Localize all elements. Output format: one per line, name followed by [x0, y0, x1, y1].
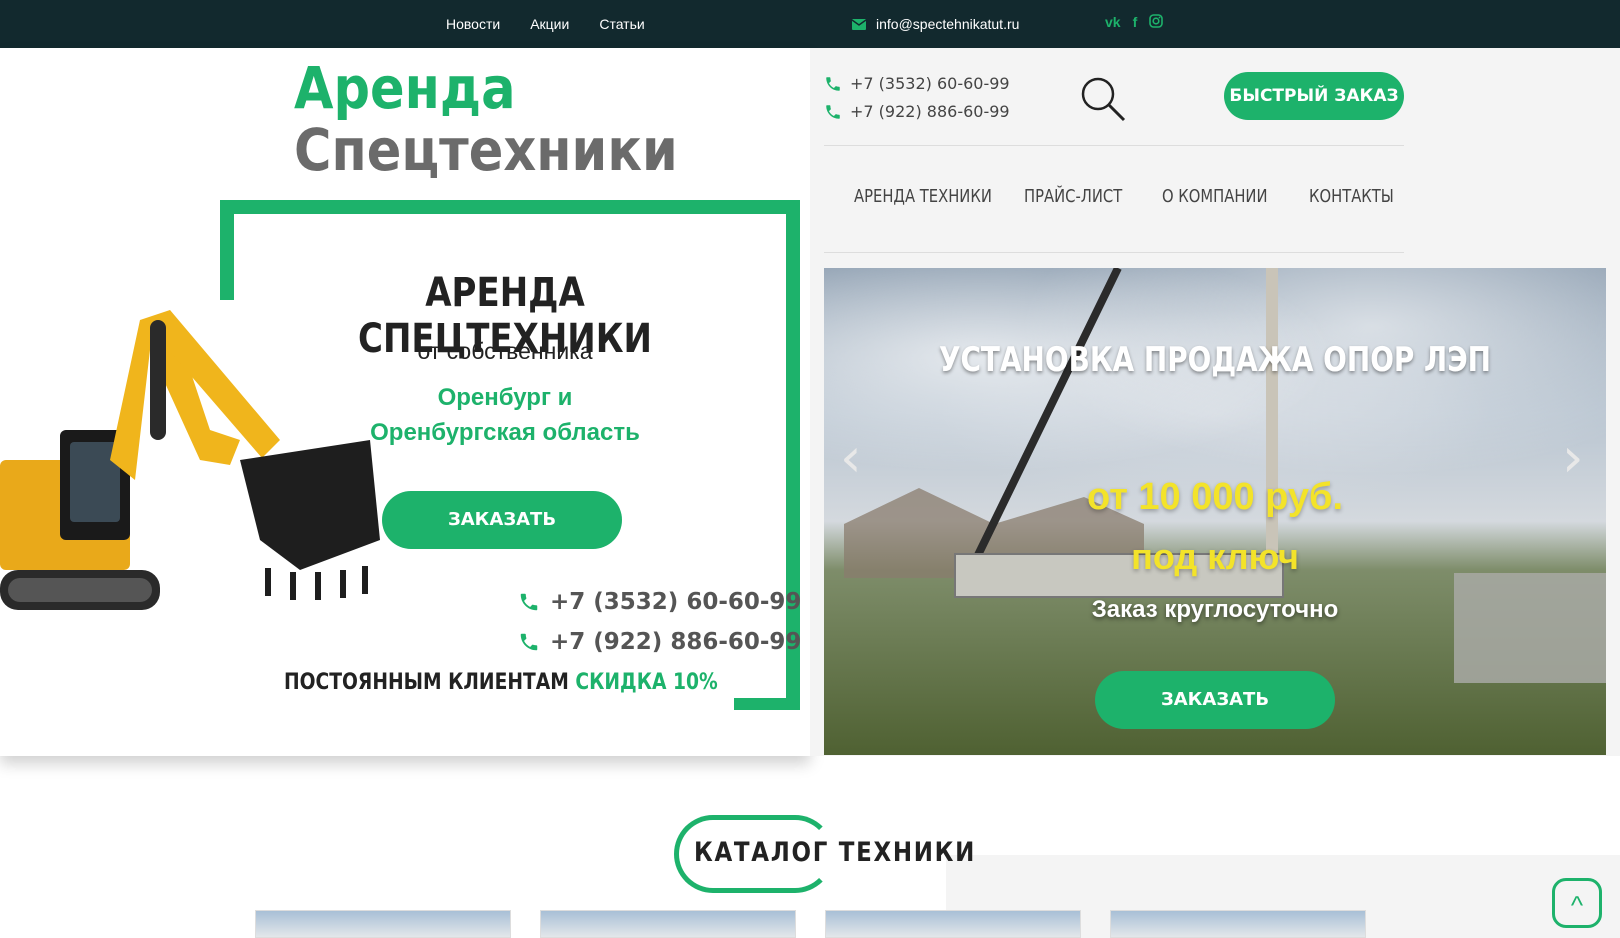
logo-line2[interactable]: Спецтехники [294, 116, 678, 184]
email-text: info@spectehnikatut.ru [876, 16, 1020, 32]
logo-line1[interactable]: Аренда [294, 54, 516, 122]
top-nav-promos[interactable]: Акции [530, 16, 569, 32]
hero-phone-1[interactable]: +7 (3532) 60-60-99 [518, 582, 801, 622]
hero-subtitle: от собственника [417, 338, 593, 364]
main-nav: АРЕНДА ТЕХНИКИ ПРАЙС-ЛИСТ О КОМПАНИИ КОН… [854, 186, 1412, 207]
catalog-card[interactable] [825, 910, 1081, 938]
promo-prefix: ПОСТОЯННЫМ КЛИЕНТАМ [284, 670, 569, 695]
social-links: vk f [1105, 14, 1164, 30]
top-nav-news[interactable]: Новости [446, 16, 500, 32]
promo-discount: СКИДКА 10% [575, 670, 718, 695]
vk-icon[interactable]: vk [1105, 14, 1121, 30]
facebook-icon[interactable]: f [1133, 14, 1138, 30]
catalog-heading: КАТАЛОГ ТЕХНИКИ [674, 815, 974, 893]
header-divider-top [824, 145, 1404, 146]
header-phone-2-text: +7 (922) 886-60-99 [850, 102, 1010, 121]
hero-phone-2-text: +7 (922) 886-60-99 [550, 629, 802, 655]
catalog-card[interactable] [1110, 910, 1366, 938]
hero-order-button[interactable]: ЗАКАЗАТЬ [382, 491, 622, 549]
promo-line: ПОСТОЯННЫМ КЛИЕНТАМ СКИДКА 10% [284, 670, 718, 695]
frame-bottom [734, 698, 800, 710]
catalog-title: КАТАЛОГ ТЕХНИКИ [694, 837, 977, 868]
region-line2: Оренбургская область [370, 419, 640, 446]
scroll-to-top-button[interactable]: ^ [1552, 878, 1602, 928]
phone-icon [826, 77, 840, 91]
slider-next-icon[interactable]: › [1562, 426, 1584, 489]
slide-background-fence [1454, 573, 1606, 683]
catalog-card[interactable] [540, 910, 796, 938]
header-phone-1[interactable]: +7 (3532) 60-60-99 [824, 70, 1010, 98]
frame-top [220, 200, 800, 214]
hero-slider: УСТАНОВКА ПРОДАЖА ОПОР ЛЭП от 10 000 руб… [824, 268, 1606, 755]
header-phone-2[interactable]: +7 (922) 886-60-99 [824, 98, 1010, 126]
hero-phone-1-text: +7 (3532) 60-60-99 [550, 589, 802, 615]
hero-phones: +7 (3532) 60-60-99 +7 (922) 886-60-99 [518, 582, 801, 662]
top-bar: Новости Акции Статьи info@spectehnikatut… [0, 0, 1620, 48]
nav-about[interactable]: О КОМПАНИИ [1162, 186, 1283, 207]
hero-phone-2[interactable]: +7 (922) 886-60-99 [518, 622, 801, 662]
header-phones: +7 (3532) 60-60-99 +7 (922) 886-60-99 [824, 70, 1010, 126]
hero-region: Оренбург и Оренбургская область [340, 380, 670, 450]
header-phone-1-text: +7 (3532) 60-60-99 [850, 74, 1010, 93]
top-nav: Новости Акции Статьи [446, 16, 645, 32]
slide-order-button[interactable]: ЗАКАЗАТЬ [1095, 671, 1335, 729]
nav-rental[interactable]: АРЕНДА ТЕХНИКИ [854, 186, 993, 207]
header-divider-bottom [824, 252, 1404, 253]
nav-price-list[interactable]: ПРАЙС-ЛИСТ [1024, 186, 1137, 207]
slide-key: под ключ [1131, 536, 1299, 577]
slide-title: УСТАНОВКА ПРОДАЖА ОПОР ЛЭП [938, 340, 1492, 380]
instagram-icon[interactable] [1149, 14, 1164, 28]
region-line1: Оренбург и [437, 384, 573, 411]
top-nav-articles[interactable]: Статьи [599, 16, 644, 32]
slide-price: от 10 000 руб. [1086, 476, 1344, 518]
top-email[interactable]: info@spectehnikatut.ru [852, 16, 1019, 32]
catalog-card[interactable] [255, 910, 511, 938]
left-promo-panel: Аренда Спецтехники АРЕНДА СПЕЦТЕХНИКИ от… [0, 48, 810, 756]
search-icon[interactable] [1078, 74, 1128, 124]
phone-icon [520, 593, 538, 611]
nav-contacts[interactable]: КОНТАКТЫ [1309, 186, 1394, 207]
phone-icon [826, 105, 840, 119]
slider-prev-icon[interactable]: ‹ [840, 426, 862, 489]
mail-icon [852, 18, 866, 30]
phone-icon [520, 633, 538, 651]
quick-order-button[interactable]: БЫСТРЫЙ ЗАКАЗ [1224, 72, 1404, 120]
slide-note: Заказ круглосуточно [1091, 596, 1339, 623]
